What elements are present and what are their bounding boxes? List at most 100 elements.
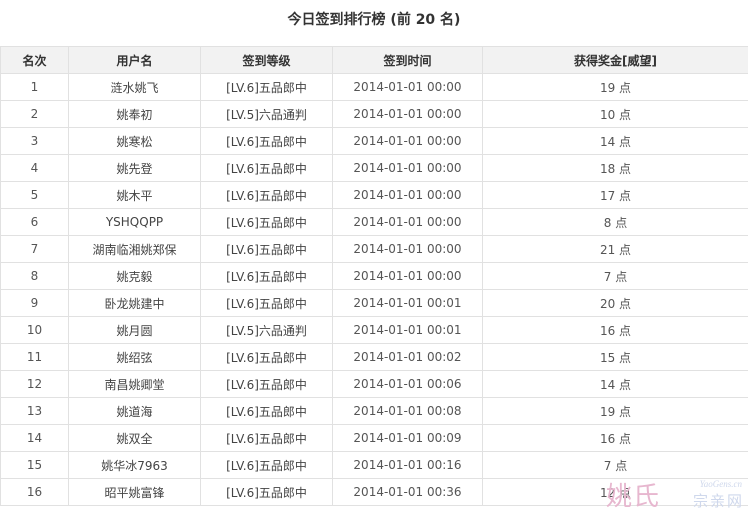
checkin-time-cell: 2014-01-01 00:08 [333, 398, 483, 425]
header-reward: 获得奖金[威望] [483, 47, 748, 74]
ranking-table: 名次用户名签到等级签到时间获得奖金[威望] 1涟水姚飞[LV.6]五品郎中201… [0, 46, 748, 506]
username-cell[interactable]: 姚先登 [69, 155, 201, 182]
reward-cell: 20 点 [483, 290, 748, 317]
rank-cell: 5 [1, 182, 69, 209]
level-cell: [LV.6]五品郎中 [201, 479, 333, 506]
username-cell[interactable]: 姚双全 [69, 425, 201, 452]
table-row: 13姚道海[LV.6]五品郎中2014-01-01 00:0819 点 [1, 398, 748, 425]
table-row: 10姚月圆[LV.5]六品通判2014-01-01 00:0116 点 [1, 317, 748, 344]
level-cell: [LV.6]五品郎中 [201, 425, 333, 452]
reward-cell: 19 点 [483, 398, 748, 425]
table-row: 6YSHQQPP[LV.6]五品郎中2014-01-01 00:008 点 [1, 209, 748, 236]
table-row: 15姚华冰7963[LV.6]五品郎中2014-01-01 00:167 点 [1, 452, 748, 479]
checkin-time-cell: 2014-01-01 00:00 [333, 182, 483, 209]
rank-cell: 9 [1, 290, 69, 317]
checkin-time-cell: 2014-01-01 00:00 [333, 209, 483, 236]
table-row: 12南昌姚卿堂[LV.6]五品郎中2014-01-01 00:0614 点 [1, 371, 748, 398]
username-cell[interactable]: 涟水姚飞 [69, 74, 201, 101]
header-username: 用户名 [69, 47, 201, 74]
level-cell: [LV.6]五品郎中 [201, 371, 333, 398]
username-cell[interactable]: 姚寒松 [69, 128, 201, 155]
level-cell: [LV.6]五品郎中 [201, 344, 333, 371]
rank-cell: 11 [1, 344, 69, 371]
level-cell: [LV.6]五品郎中 [201, 209, 333, 236]
rank-cell: 15 [1, 452, 69, 479]
reward-cell: 7 点 [483, 452, 748, 479]
checkin-time-cell: 2014-01-01 00:00 [333, 74, 483, 101]
reward-cell: 12 点 [483, 479, 748, 506]
reward-cell: 14 点 [483, 371, 748, 398]
reward-cell: 18 点 [483, 155, 748, 182]
level-cell: [LV.6]五品郎中 [201, 128, 333, 155]
table-row: 2姚奉初[LV.5]六品通判2014-01-01 00:0010 点 [1, 101, 748, 128]
username-cell[interactable]: 湖南临湘姚郑保 [69, 236, 201, 263]
username-cell[interactable]: 南昌姚卿堂 [69, 371, 201, 398]
reward-cell: 21 点 [483, 236, 748, 263]
table-row: 9卧龙姚建中[LV.6]五品郎中2014-01-01 00:0120 点 [1, 290, 748, 317]
checkin-time-cell: 2014-01-01 00:36 [333, 479, 483, 506]
level-cell: [LV.6]五品郎中 [201, 74, 333, 101]
page-title: 今日签到排行榜 (前 20 名) [0, 0, 748, 44]
checkin-time-cell: 2014-01-01 00:00 [333, 128, 483, 155]
rank-cell: 14 [1, 425, 69, 452]
reward-cell: 7 点 [483, 263, 748, 290]
username-cell[interactable]: 姚奉初 [69, 101, 201, 128]
username-cell[interactable]: 姚绍弦 [69, 344, 201, 371]
table-row: 14姚双全[LV.6]五品郎中2014-01-01 00:0916 点 [1, 425, 748, 452]
level-cell: [LV.6]五品郎中 [201, 263, 333, 290]
table-header-row: 名次用户名签到等级签到时间获得奖金[威望] [1, 47, 748, 74]
reward-cell: 16 点 [483, 317, 748, 344]
level-cell: [LV.6]五品郎中 [201, 155, 333, 182]
rank-cell: 3 [1, 128, 69, 155]
checkin-time-cell: 2014-01-01 00:01 [333, 290, 483, 317]
rank-cell: 2 [1, 101, 69, 128]
checkin-time-cell: 2014-01-01 00:00 [333, 101, 483, 128]
checkin-time-cell: 2014-01-01 00:09 [333, 425, 483, 452]
table-row: 5姚木平[LV.6]五品郎中2014-01-01 00:0017 点 [1, 182, 748, 209]
username-cell[interactable]: 姚木平 [69, 182, 201, 209]
reward-cell: 17 点 [483, 182, 748, 209]
username-cell[interactable]: 姚道海 [69, 398, 201, 425]
rank-cell: 1 [1, 74, 69, 101]
table-row: 1涟水姚飞[LV.6]五品郎中2014-01-01 00:0019 点 [1, 74, 748, 101]
rank-cell: 7 [1, 236, 69, 263]
table-row: 11姚绍弦[LV.6]五品郎中2014-01-01 00:0215 点 [1, 344, 748, 371]
checkin-time-cell: 2014-01-01 00:00 [333, 263, 483, 290]
checkin-time-cell: 2014-01-01 00:06 [333, 371, 483, 398]
rank-cell: 8 [1, 263, 69, 290]
reward-cell: 16 点 [483, 425, 748, 452]
level-cell: [LV.5]六品通判 [201, 317, 333, 344]
level-cell: [LV.6]五品郎中 [201, 452, 333, 479]
checkin-time-cell: 2014-01-01 00:00 [333, 155, 483, 182]
table-row: 16昭平姚富锋[LV.6]五品郎中2014-01-01 00:3612 点 [1, 479, 748, 506]
reward-cell: 15 点 [483, 344, 748, 371]
level-cell: [LV.5]六品通判 [201, 101, 333, 128]
rank-cell: 13 [1, 398, 69, 425]
username-cell[interactable]: 姚克毅 [69, 263, 201, 290]
rank-cell: 10 [1, 317, 69, 344]
username-cell[interactable]: 姚华冰7963 [69, 452, 201, 479]
username-cell[interactable]: 昭平姚富锋 [69, 479, 201, 506]
table-row: 7湖南临湘姚郑保[LV.6]五品郎中2014-01-01 00:0021 点 [1, 236, 748, 263]
level-cell: [LV.6]五品郎中 [201, 398, 333, 425]
checkin-time-cell: 2014-01-01 00:16 [333, 452, 483, 479]
username-cell[interactable]: 卧龙姚建中 [69, 290, 201, 317]
checkin-time-cell: 2014-01-01 00:00 [333, 236, 483, 263]
table-row: 3姚寒松[LV.6]五品郎中2014-01-01 00:0014 点 [1, 128, 748, 155]
level-cell: [LV.6]五品郎中 [201, 182, 333, 209]
table-row: 4姚先登[LV.6]五品郎中2014-01-01 00:0018 点 [1, 155, 748, 182]
table-row: 8姚克毅[LV.6]五品郎中2014-01-01 00:007 点 [1, 263, 748, 290]
level-cell: [LV.6]五品郎中 [201, 290, 333, 317]
reward-cell: 14 点 [483, 128, 748, 155]
level-cell: [LV.6]五品郎中 [201, 236, 333, 263]
header-level: 签到等级 [201, 47, 333, 74]
username-cell[interactable]: 姚月圆 [69, 317, 201, 344]
reward-cell: 8 点 [483, 209, 748, 236]
rank-cell: 6 [1, 209, 69, 236]
checkin-time-cell: 2014-01-01 00:02 [333, 344, 483, 371]
username-cell[interactable]: YSHQQPP [69, 209, 201, 236]
rank-cell: 16 [1, 479, 69, 506]
checkin-time-cell: 2014-01-01 00:01 [333, 317, 483, 344]
table-body: 1涟水姚飞[LV.6]五品郎中2014-01-01 00:0019 点2姚奉初[… [1, 74, 748, 506]
header-rank: 名次 [1, 47, 69, 74]
